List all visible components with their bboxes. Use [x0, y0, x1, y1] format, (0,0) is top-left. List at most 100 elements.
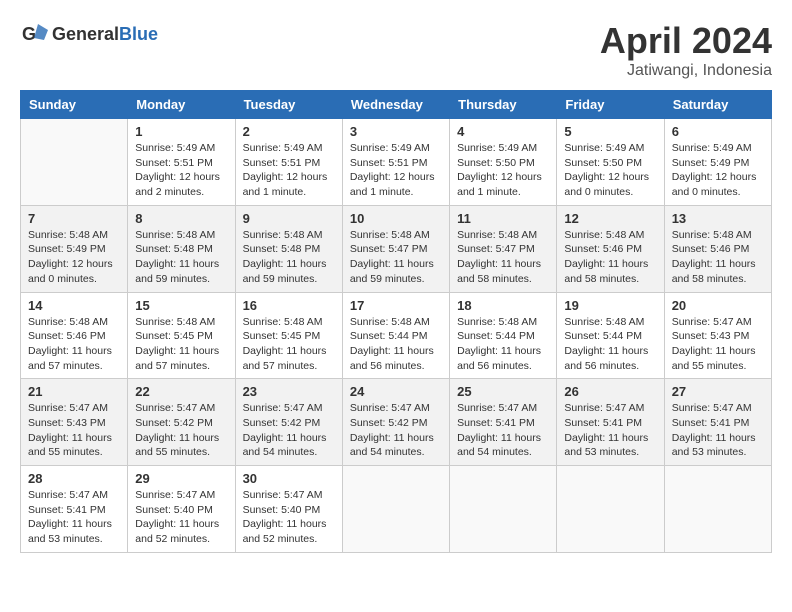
day-number: 12: [564, 211, 656, 226]
day-info: Sunrise: 5:48 AMSunset: 5:46 PMDaylight:…: [672, 228, 764, 287]
page-header: G GeneralBlue April 2024 Jatiwangi, Indo…: [20, 20, 772, 80]
logo-icon: G: [20, 20, 48, 48]
calendar-week-row: 14Sunrise: 5:48 AMSunset: 5:46 PMDayligh…: [21, 292, 772, 379]
calendar-cell: 4Sunrise: 5:49 AMSunset: 5:50 PMDaylight…: [450, 119, 557, 206]
day-info: Sunrise: 5:49 AMSunset: 5:50 PMDaylight:…: [457, 141, 549, 200]
day-info: Sunrise: 5:48 AMSunset: 5:45 PMDaylight:…: [243, 315, 335, 374]
day-of-week-header: Saturday: [664, 91, 771, 119]
day-info: Sunrise: 5:48 AMSunset: 5:47 PMDaylight:…: [457, 228, 549, 287]
day-info: Sunrise: 5:47 AMSunset: 5:41 PMDaylight:…: [28, 488, 120, 547]
day-info: Sunrise: 5:48 AMSunset: 5:47 PMDaylight:…: [350, 228, 442, 287]
day-info: Sunrise: 5:47 AMSunset: 5:41 PMDaylight:…: [564, 401, 656, 460]
calendar-cell: 5Sunrise: 5:49 AMSunset: 5:50 PMDaylight…: [557, 119, 664, 206]
calendar-cell: 27 Sunrise: 5:47 AMSunset: 5:41 PMDayligh…: [664, 379, 771, 466]
calendar-header-row: SundayMondayTuesdayWednesdayThursdayFrid…: [21, 91, 772, 119]
calendar-cell: 2 Sunrise: 5:49 AMSunset: 5:51 PMDaylight…: [235, 119, 342, 206]
day-info: Sunrise: 5:48 AMSunset: 5:46 PMDaylight:…: [564, 228, 656, 287]
day-info: Sunrise: 5:47 AMSunset: 5:41 PMDaylight:…: [672, 401, 764, 460]
day-number: 30: [243, 471, 335, 486]
calendar-cell: [664, 466, 771, 553]
calendar-cell: [450, 466, 557, 553]
day-number: 27: [672, 384, 764, 399]
day-info: Sunrise: 5:47 AMSunset: 5:42 PMDaylight:…: [243, 401, 335, 460]
calendar-table: SundayMondayTuesdayWednesdayThursdayFrid…: [20, 90, 772, 553]
day-of-week-header: Sunday: [21, 91, 128, 119]
day-number: 20: [672, 298, 764, 313]
calendar-cell: 8Sunrise: 5:48 AMSunset: 5:48 PMDaylight…: [128, 205, 235, 292]
calendar-cell: 3 Sunrise: 5:49 AMSunset: 5:51 PMDaylight…: [342, 119, 449, 206]
day-info: Sunrise: 5:49 AMSunset: 5:51 PMDaylight:…: [243, 141, 335, 200]
logo-blue-text: Blue: [119, 24, 158, 44]
day-info: Sunrise: 5:48 AMSunset: 5:44 PMDaylight:…: [564, 315, 656, 374]
day-number: 28: [28, 471, 120, 486]
calendar-cell: 21 Sunrise: 5:47 AMSunset: 5:43 PMDayligh…: [21, 379, 128, 466]
calendar-cell: 22 Sunrise: 5:47 AMSunset: 5:42 PMDayligh…: [128, 379, 235, 466]
day-number: 15: [135, 298, 227, 313]
calendar-cell: 1Sunrise: 5:49 AMSunset: 5:51 PMDaylight…: [128, 119, 235, 206]
day-info: Sunrise: 5:47 AMSunset: 5:40 PMDaylight:…: [243, 488, 335, 547]
day-info: Sunrise: 5:47 AMSunset: 5:41 PMDaylight:…: [457, 401, 549, 460]
day-number: 29: [135, 471, 227, 486]
calendar-cell: 29 Sunrise: 5:47 AMSunset: 5:40 PMDayligh…: [128, 466, 235, 553]
calendar-cell: 24Sunrise: 5:47 AMSunset: 5:42 PMDayligh…: [342, 379, 449, 466]
day-number: 7: [28, 211, 120, 226]
day-info: Sunrise: 5:47 AMSunset: 5:42 PMDaylight:…: [135, 401, 227, 460]
logo: G GeneralBlue: [20, 20, 158, 48]
day-info: Sunrise: 5:48 AMSunset: 5:45 PMDaylight:…: [135, 315, 227, 374]
day-number: 26: [564, 384, 656, 399]
calendar-cell: 30 Sunrise: 5:47 AMSunset: 5:40 PMDayligh…: [235, 466, 342, 553]
day-number: 22: [135, 384, 227, 399]
day-info: Sunrise: 5:49 AMSunset: 5:51 PMDaylight:…: [350, 141, 442, 200]
day-info: Sunrise: 5:47 AMSunset: 5:42 PMDaylight:…: [350, 401, 442, 460]
calendar-cell: 25 Sunrise: 5:47 AMSunset: 5:41 PMDayligh…: [450, 379, 557, 466]
calendar-cell: [557, 466, 664, 553]
calendar-cell: 19 Sunrise: 5:48 AMSunset: 5:44 PMDayligh…: [557, 292, 664, 379]
month-title: April 2024: [600, 20, 772, 62]
calendar-cell: 12 Sunrise: 5:48 AMSunset: 5:46 PMDayligh…: [557, 205, 664, 292]
calendar-week-row: 1Sunrise: 5:49 AMSunset: 5:51 PMDaylight…: [21, 119, 772, 206]
day-info: Sunrise: 5:48 AMSunset: 5:44 PMDaylight:…: [457, 315, 549, 374]
calendar-week-row: 21 Sunrise: 5:47 AMSunset: 5:43 PMDayligh…: [21, 379, 772, 466]
day-number: 6: [672, 124, 764, 139]
day-number: 14: [28, 298, 120, 313]
calendar-cell: 15 Sunrise: 5:48 AMSunset: 5:45 PMDayligh…: [128, 292, 235, 379]
calendar-cell: 7Sunrise: 5:48 AMSunset: 5:49 PMDaylight…: [21, 205, 128, 292]
calendar-week-row: 7Sunrise: 5:48 AMSunset: 5:49 PMDaylight…: [21, 205, 772, 292]
day-number: 11: [457, 211, 549, 226]
logo-general-text: General: [52, 24, 119, 44]
day-number: 23: [243, 384, 335, 399]
location-title: Jatiwangi, Indonesia: [600, 62, 772, 80]
day-number: 17: [350, 298, 442, 313]
calendar-cell: 23 Sunrise: 5:47 AMSunset: 5:42 PMDayligh…: [235, 379, 342, 466]
calendar-cell: 26 Sunrise: 5:47 AMSunset: 5:41 PMDayligh…: [557, 379, 664, 466]
day-of-week-header: Tuesday: [235, 91, 342, 119]
day-info: Sunrise: 5:48 AMSunset: 5:48 PMDaylight:…: [243, 228, 335, 287]
calendar-week-row: 28 Sunrise: 5:47 AMSunset: 5:41 PMDayligh…: [21, 466, 772, 553]
day-number: 10: [350, 211, 442, 226]
day-of-week-header: Thursday: [450, 91, 557, 119]
day-number: 21: [28, 384, 120, 399]
calendar-cell: 6 Sunrise: 5:49 AMSunset: 5:49 PMDaylight…: [664, 119, 771, 206]
day-number: 13: [672, 211, 764, 226]
calendar-cell: 17 Sunrise: 5:48 AMSunset: 5:44 PMDayligh…: [342, 292, 449, 379]
day-number: 19: [564, 298, 656, 313]
calendar-cell: 14Sunrise: 5:48 AMSunset: 5:46 PMDayligh…: [21, 292, 128, 379]
title-block: April 2024 Jatiwangi, Indonesia: [600, 20, 772, 80]
day-number: 18: [457, 298, 549, 313]
day-info: Sunrise: 5:47 AMSunset: 5:40 PMDaylight:…: [135, 488, 227, 547]
day-info: Sunrise: 5:47 AMSunset: 5:43 PMDaylight:…: [28, 401, 120, 460]
calendar-cell: 18 Sunrise: 5:48 AMSunset: 5:44 PMDayligh…: [450, 292, 557, 379]
day-info: Sunrise: 5:48 AMSunset: 5:48 PMDaylight:…: [135, 228, 227, 287]
day-of-week-header: Monday: [128, 91, 235, 119]
day-info: Sunrise: 5:49 AMSunset: 5:51 PMDaylight:…: [135, 141, 227, 200]
day-number: 3: [350, 124, 442, 139]
day-number: 9: [243, 211, 335, 226]
calendar-cell: [21, 119, 128, 206]
day-number: 25: [457, 384, 549, 399]
day-info: Sunrise: 5:49 AMSunset: 5:49 PMDaylight:…: [672, 141, 764, 200]
calendar-cell: 11 Sunrise: 5:48 AMSunset: 5:47 PMDayligh…: [450, 205, 557, 292]
day-info: Sunrise: 5:48 AMSunset: 5:44 PMDaylight:…: [350, 315, 442, 374]
calendar-cell: 13 Sunrise: 5:48 AMSunset: 5:46 PMDayligh…: [664, 205, 771, 292]
day-info: Sunrise: 5:47 AMSunset: 5:43 PMDaylight:…: [672, 315, 764, 374]
day-number: 2: [243, 124, 335, 139]
